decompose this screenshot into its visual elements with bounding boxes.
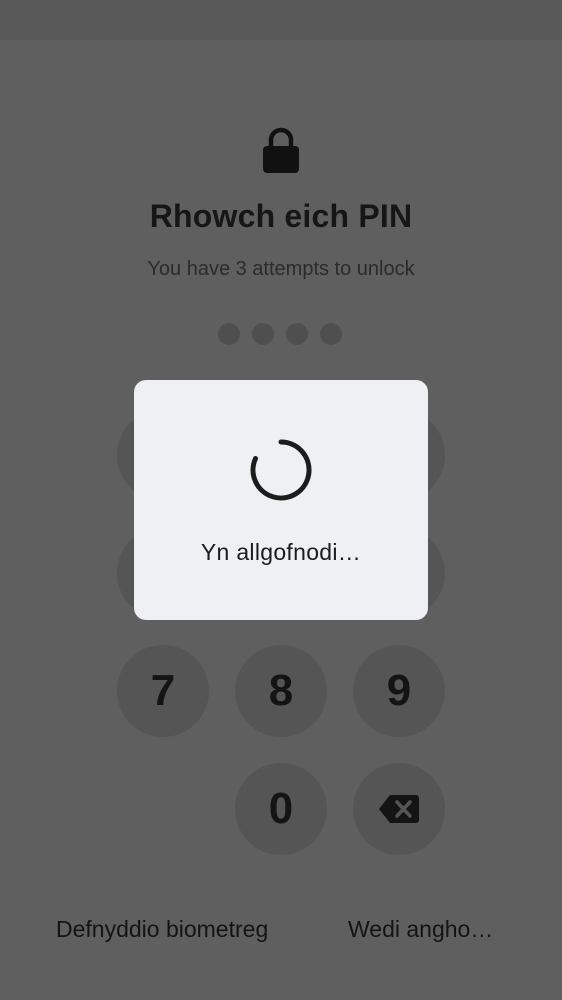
pin-dot [320, 323, 342, 345]
pin-dot [286, 323, 308, 345]
keypad-key-9[interactable]: 9 [353, 645, 445, 737]
pin-dot [252, 323, 274, 345]
keypad-key-8[interactable]: 8 [235, 645, 327, 737]
status-bar-area [0, 0, 562, 40]
use-biometric-link[interactable]: Defnyddio biometreg [56, 916, 268, 943]
lock-icon [263, 127, 299, 173]
loading-spinner-icon [250, 439, 312, 501]
backspace-button[interactable] [353, 763, 445, 855]
keypad-key-7[interactable]: 7 [117, 645, 209, 737]
signing-out-dialog: Yn allgofnodi… [134, 380, 428, 620]
attempts-remaining-text: You have 3 attempts to unlock [147, 258, 415, 280]
keypad-key-0[interactable]: 0 [235, 763, 327, 855]
pin-entry-dots [218, 323, 348, 345]
page-title: Rhowch eich PIN [149, 198, 413, 234]
pin-dot [218, 323, 240, 345]
backspace-icon [379, 795, 419, 823]
dialog-message: Yn allgofnodi… [200, 539, 362, 565]
forgot-pin-link[interactable]: Wedi angho… [348, 916, 493, 943]
